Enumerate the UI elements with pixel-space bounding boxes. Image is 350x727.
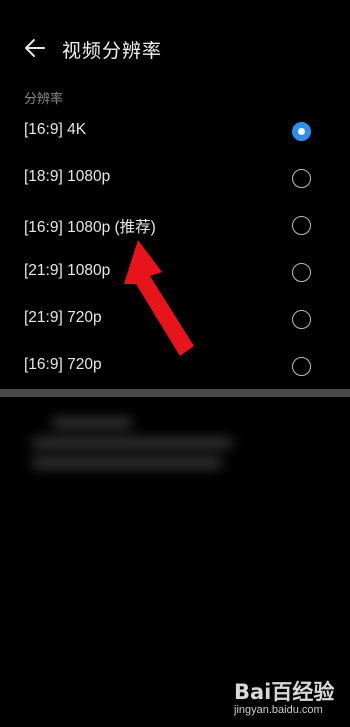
- resolution-option-18-9-1080p[interactable]: [18:9] 1080p: [0, 155, 350, 202]
- option-label: [21:9] 1080p: [24, 262, 111, 279]
- watermark-logo: Bai百经验: [234, 680, 335, 704]
- resolution-option-16-9-720p[interactable]: [16:9] 720p: [0, 343, 350, 390]
- option-label: [16:9] 720p: [24, 356, 102, 373]
- radio-button[interactable]: [292, 310, 311, 329]
- option-label: [21:9] 720p: [24, 309, 102, 326]
- section-label: 分辨率: [24, 91, 64, 106]
- option-label: [16:9] 1080p (推荐): [24, 219, 156, 236]
- section-divider: [0, 389, 350, 397]
- option-label: [18:9] 1080p: [24, 168, 111, 185]
- radio-button[interactable]: [292, 169, 311, 188]
- watermark: Bai百经验 jingyan.baidu.com: [234, 676, 344, 724]
- resolution-list: [16:9] 4K [18:9] 1080p [16:9] 1080p (推荐)…: [0, 108, 350, 390]
- resolution-option-16-9-1080p-recommended[interactable]: [16:9] 1080p (推荐): [0, 202, 350, 249]
- radio-button[interactable]: [292, 263, 311, 282]
- option-label: [16:9] 4K: [24, 121, 87, 138]
- blurred-description: [32, 410, 232, 475]
- app-header: 视频分辨率: [0, 26, 350, 70]
- page-title: 视频分辨率: [62, 41, 163, 62]
- back-button[interactable]: [20, 34, 50, 62]
- resolution-option-16-9-4k[interactable]: [16:9] 4K: [0, 108, 350, 155]
- watermark-url: jingyan.baidu.com: [234, 704, 323, 716]
- radio-button-selected[interactable]: [292, 122, 311, 141]
- resolution-option-21-9-720p[interactable]: [21:9] 720p: [0, 296, 350, 343]
- arrow-left-icon: [25, 39, 45, 57]
- resolution-option-21-9-1080p[interactable]: [21:9] 1080p: [0, 249, 350, 296]
- radio-button[interactable]: [292, 357, 311, 376]
- radio-button[interactable]: [292, 216, 311, 235]
